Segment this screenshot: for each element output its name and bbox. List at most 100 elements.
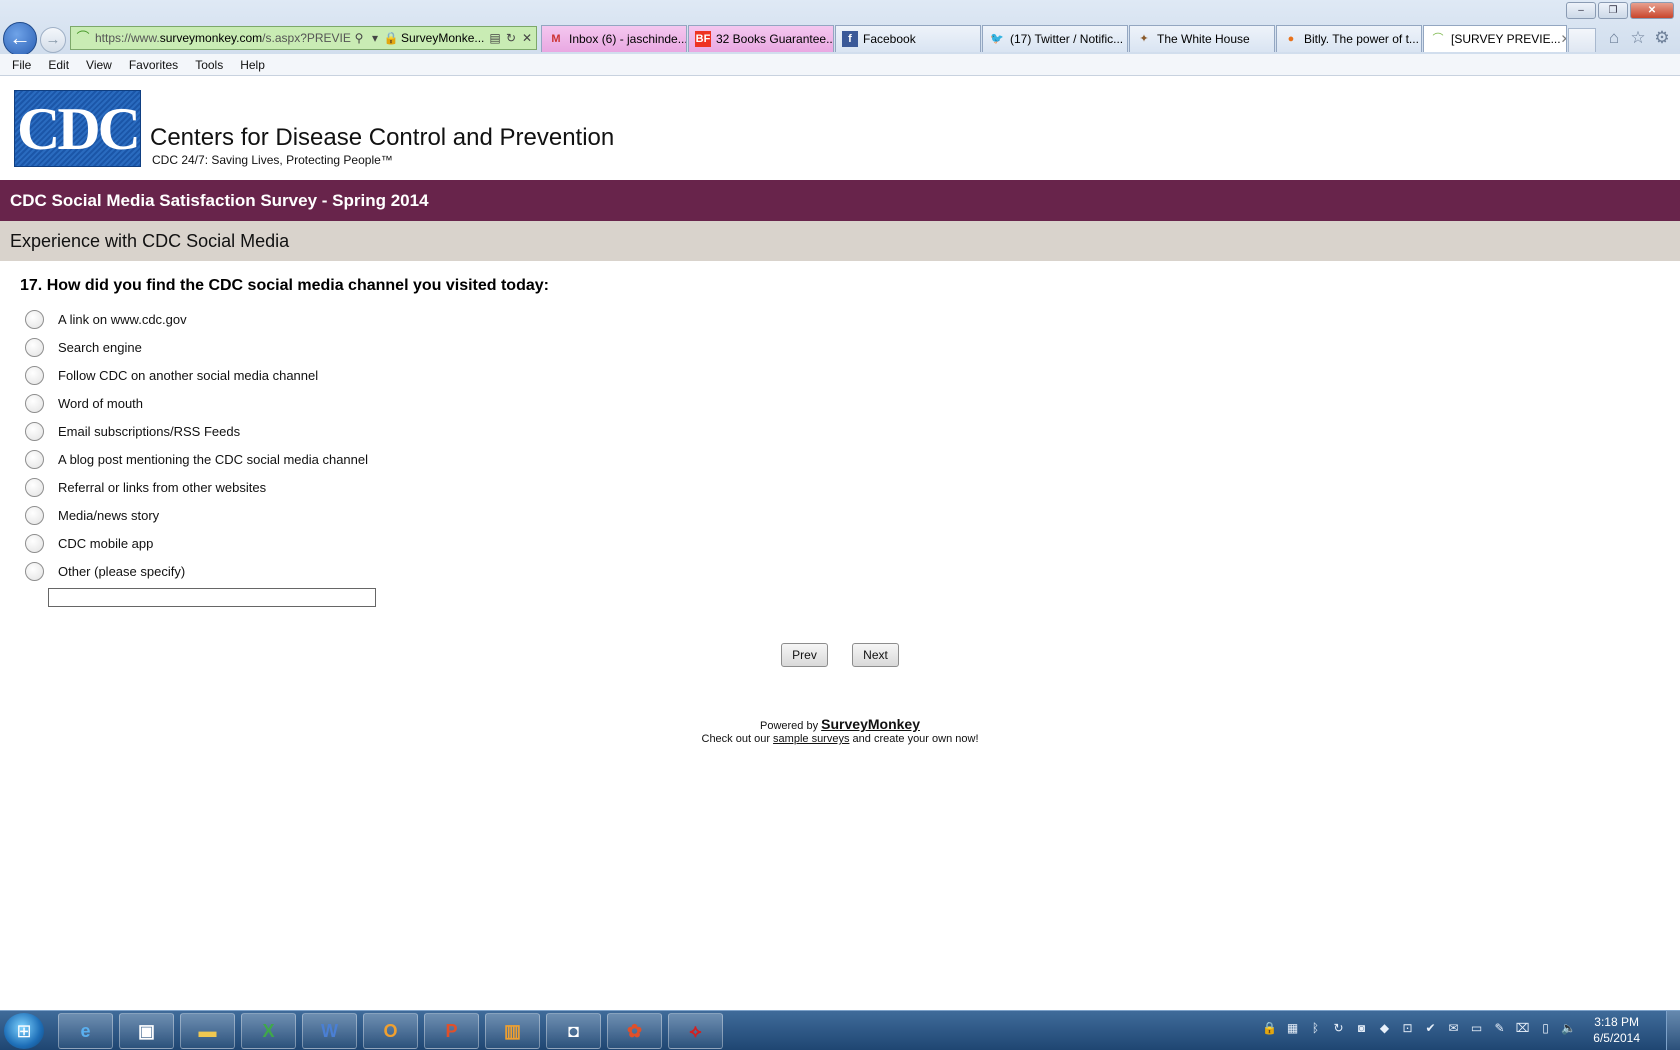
close-tab-icon[interactable]: ✕ — [1561, 32, 1566, 46]
menu-help[interactable]: Help — [240, 58, 265, 72]
radio-button[interactable] — [25, 365, 44, 385]
forward-button[interactable]: → — [40, 27, 66, 53]
option-email-rss[interactable]: Email subscriptions/RSS Feeds — [25, 417, 368, 445]
compatibility-view-icon[interactable]: ▤ — [487, 31, 503, 45]
option-mobile-app[interactable]: CDC mobile app — [25, 529, 368, 557]
minimize-button[interactable]: – — [1566, 2, 1596, 19]
search-icon[interactable]: ⚲ — [351, 31, 367, 45]
tab-twitter[interactable]: 🐦 (17) Twitter / Notific... — [982, 25, 1128, 52]
radio-button[interactable] — [25, 337, 44, 357]
bluetooth-tray-icon[interactable]: ᛒ — [1304, 1021, 1327, 1035]
radio-button[interactable] — [25, 449, 44, 469]
back-button[interactable]: ← — [3, 22, 37, 56]
tab-gmail[interactable]: M Inbox (6) - jaschinde... — [541, 25, 687, 52]
option-referral[interactable]: Referral or links from other websites — [25, 473, 368, 501]
radio-button[interactable] — [25, 505, 44, 525]
url-prefix: https://www. — [95, 31, 160, 45]
taskbar-outlook[interactable]: O — [363, 1013, 418, 1049]
refresh-icon[interactable]: ↻ — [503, 31, 519, 45]
option-label[interactable]: Media/news story — [58, 508, 159, 523]
url-domain: surveymonkey.com — [159, 31, 263, 45]
volume-tray-icon[interactable]: 🔈 — [1557, 1021, 1580, 1035]
folder-icon: ▬ — [198, 1021, 217, 1041]
lock-tray-icon[interactable]: 🔒 — [1258, 1021, 1281, 1035]
dropdown-arrow-icon[interactable]: ▾ — [367, 31, 383, 45]
option-search-engine[interactable]: Search engine — [25, 333, 368, 361]
tab-white-house[interactable]: ✦ The White House — [1129, 25, 1275, 52]
network-tray-icon[interactable]: ▦ — [1281, 1021, 1304, 1035]
option-label[interactable]: A link on www.cdc.gov — [58, 312, 187, 327]
menu-file[interactable]: File — [12, 58, 31, 72]
pen-tray-icon[interactable]: ✎ — [1488, 1021, 1511, 1035]
outlook-tray-icon[interactable]: ◙ — [1350, 1021, 1373, 1035]
gear-icon[interactable]: ⚙ — [1650, 28, 1674, 48]
option-label[interactable]: A blog post mentioning the CDC social me… — [58, 452, 368, 467]
radio-button[interactable] — [25, 393, 44, 413]
menu-tools[interactable]: Tools — [195, 58, 223, 72]
shield-tray-icon[interactable]: ◆ — [1373, 1021, 1396, 1035]
taskbar-app-colorful[interactable]: ✿ — [607, 1013, 662, 1049]
option-media-news[interactable]: Media/news story — [25, 501, 368, 529]
prev-button[interactable]: Prev — [781, 643, 828, 667]
menu-edit[interactable]: Edit — [48, 58, 69, 72]
tab-survey-preview[interactable]: ⌒ [SURVEY PREVIE... ✕ — [1423, 25, 1567, 52]
radio-button[interactable] — [25, 421, 44, 441]
home-icon[interactable]: ⌂ — [1602, 28, 1626, 48]
display-tray-icon[interactable]: ▭ — [1465, 1021, 1488, 1035]
option-cdc-link[interactable]: A link on www.cdc.gov — [25, 305, 368, 333]
address-url[interactable]: https://www.surveymonkey.com/s.aspx?PREV… — [95, 31, 351, 45]
option-label[interactable]: Search engine — [58, 340, 142, 355]
option-blog-post[interactable]: A blog post mentioning the CDC social me… — [25, 445, 368, 473]
site-identity-label[interactable]: SurveyMonke... — [401, 31, 487, 45]
arrow-left-icon: ← — [9, 25, 31, 50]
taskbar-lync[interactable]: ▥ — [485, 1013, 540, 1049]
radio-button[interactable] — [25, 533, 44, 553]
security-tray-icon[interactable]: ✔ — [1419, 1021, 1442, 1035]
option-word-of-mouth[interactable]: Word of mouth — [25, 389, 368, 417]
new-tab-button[interactable] — [1568, 28, 1596, 52]
taskbar-adobe-reader[interactable]: ⟡ — [668, 1013, 723, 1049]
next-button[interactable]: Next — [852, 643, 899, 667]
tab-bitly[interactable]: ● Bitly. The power of t... — [1276, 25, 1422, 52]
other-specify-input[interactable] — [48, 588, 376, 607]
radio-button[interactable] — [25, 477, 44, 497]
mail-tray-icon[interactable]: ✉ — [1442, 1021, 1465, 1035]
radio-button[interactable] — [25, 309, 44, 329]
system-clock[interactable]: 3:18 PM 6/5/2014 — [1593, 1014, 1640, 1046]
restore-button[interactable]: ❐ — [1598, 2, 1628, 19]
option-label[interactable]: CDC mobile app — [58, 536, 153, 551]
taskbar-internet-explorer[interactable]: e — [58, 1013, 113, 1049]
taskbar-app-black[interactable]: ◘ — [546, 1013, 601, 1049]
taskbar-word[interactable]: W — [302, 1013, 357, 1049]
option-label[interactable]: Follow CDC on another social media chann… — [58, 368, 318, 383]
start-button[interactable]: ⊞ — [4, 1013, 44, 1049]
stop-icon[interactable]: ✕ — [519, 31, 535, 45]
monitor-tray-icon[interactable]: ▯ — [1534, 1021, 1557, 1035]
option-label[interactable]: Word of mouth — [58, 396, 143, 411]
tab-buzzfeed[interactable]: BF 32 Books Guarantee... — [688, 25, 834, 52]
menu-view[interactable]: View — [86, 58, 112, 72]
option-label[interactable]: Referral or links from other websites — [58, 480, 266, 495]
favorites-star-icon[interactable]: ☆ — [1626, 28, 1650, 48]
option-follow-cdc[interactable]: Follow CDC on another social media chann… — [25, 361, 368, 389]
taskbar-excel[interactable]: X — [241, 1013, 296, 1049]
menu-favorites[interactable]: Favorites — [129, 58, 178, 72]
surveymonkey-link[interactable]: SurveyMonkey — [821, 716, 920, 732]
radio-button[interactable] — [25, 561, 44, 581]
padlock-tray-icon[interactable]: ⊡ — [1396, 1021, 1419, 1035]
address-bar[interactable]: ⌒ https://www.surveymonkey.com/s.aspx?PR… — [70, 26, 537, 50]
option-other[interactable]: Other (please specify) — [25, 557, 368, 585]
lock-icon[interactable]: 🔒 — [383, 31, 399, 45]
show-desktop-button[interactable] — [1666, 1011, 1680, 1050]
sample-surveys-link[interactable]: sample surveys — [773, 733, 849, 745]
taskbar-file-explorer[interactable]: ▬ — [180, 1013, 235, 1049]
device-tray-icon[interactable]: ⌧ — [1511, 1021, 1534, 1035]
close-window-button[interactable]: ✕ — [1630, 2, 1674, 19]
powered-by: Powered by SurveyMonkey — [0, 716, 1680, 732]
taskbar-powerpoint[interactable]: P — [424, 1013, 479, 1049]
option-label[interactable]: Email subscriptions/RSS Feeds — [58, 424, 240, 439]
option-label[interactable]: Other (please specify) — [58, 564, 185, 579]
tab-facebook[interactable]: f Facebook — [835, 25, 981, 52]
sync-tray-icon[interactable]: ↻ — [1327, 1021, 1350, 1035]
taskbar-remote-desktop[interactable]: ▣ — [119, 1013, 174, 1049]
